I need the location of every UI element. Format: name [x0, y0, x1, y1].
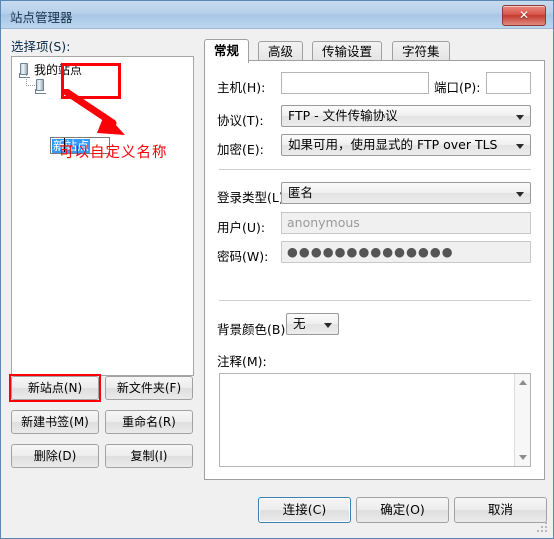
background-color-select-value: 无: [293, 316, 306, 331]
site-tree[interactable]: 我的站点 新站点: [11, 56, 194, 376]
new-bookmark-button[interactable]: 新建书签(M): [11, 410, 99, 434]
encryption-select[interactable]: 如果可用，使用显式的 FTP over TLS: [281, 134, 531, 156]
logon-type-label: 登录类型(L):: [217, 190, 288, 205]
connect-button[interactable]: 连接(C): [258, 497, 351, 523]
background-color-label: 背景颜色(B): [217, 322, 286, 337]
close-icon: ✕: [518, 8, 530, 22]
resize-grip[interactable]: [537, 522, 549, 534]
host-input[interactable]: [281, 72, 429, 94]
divider: [219, 300, 531, 301]
divider: [219, 169, 531, 170]
port-input[interactable]: [486, 72, 531, 94]
comments-textarea[interactable]: [219, 373, 531, 467]
ok-button[interactable]: 确定(O): [356, 497, 449, 523]
logon-type-select[interactable]: 匿名: [281, 182, 531, 204]
scroll-down-icon[interactable]: [519, 455, 527, 460]
protocol-select-value: FTP - 文件传输协议: [288, 108, 398, 123]
tree-root-label: 我的站点: [34, 63, 83, 77]
password-label: 密码(W):: [217, 249, 269, 264]
rename-button[interactable]: 重命名(R): [105, 410, 193, 434]
host-label: 主机(H):: [217, 80, 266, 95]
background-color-select[interactable]: 无: [286, 313, 339, 335]
logon-type-select-value: 匿名: [288, 185, 314, 200]
annotation-callout-text: 可以自定义名称: [59, 145, 168, 161]
scroll-up-icon[interactable]: [519, 380, 527, 385]
tab-transfer-settings[interactable]: 传输设置: [312, 41, 383, 61]
title-bar: 站点管理器 ✕: [1, 1, 553, 29]
password-input[interactable]: ●●●●●●●●●●●●●●: [281, 241, 531, 263]
chevron-down-icon: [516, 115, 524, 120]
site-manager-dialog: 站点管理器 ✕ 选择项(S): 我的站点 新站点 可以自定义名称 新站点(N) …: [0, 0, 554, 539]
chevron-down-icon: [516, 144, 524, 149]
new-site-button[interactable]: 新站点(N): [11, 376, 99, 400]
new-folder-button[interactable]: 新文件夹(F): [105, 376, 193, 400]
window-title: 站点管理器: [10, 10, 73, 25]
protocol-select[interactable]: FTP - 文件传输协议: [281, 105, 531, 127]
port-label: 端口(P):: [434, 80, 481, 95]
user-input[interactable]: anonymous: [281, 212, 531, 234]
chevron-down-icon: [516, 192, 524, 197]
tab-general[interactable]: 常规: [204, 39, 250, 63]
duplicate-button[interactable]: 复制(I): [105, 444, 193, 468]
tab-advanced[interactable]: 高级: [258, 41, 304, 61]
tab-strip: 常规 高级 传输设置 字符集: [204, 39, 545, 63]
tab-charset[interactable]: 字符集: [392, 41, 450, 61]
cancel-button[interactable]: 取消: [454, 497, 547, 523]
close-button[interactable]: ✕: [502, 5, 546, 26]
comments-label: 注释(M):: [217, 354, 267, 369]
user-label: 用户(U):: [217, 220, 266, 235]
server-icon: [34, 79, 47, 94]
encryption-select-value: 如果可用，使用显式的 FTP over TLS: [288, 137, 498, 152]
chevron-down-icon: [324, 323, 332, 328]
select-entry-label: 选择项(S):: [11, 39, 71, 54]
delete-button[interactable]: 删除(D): [11, 444, 99, 468]
comments-scrollbar[interactable]: [514, 374, 530, 466]
encryption-label: 加密(E):: [217, 142, 264, 157]
protocol-label: 协议(T):: [217, 113, 264, 128]
tree-item-new-site[interactable]: [34, 79, 50, 94]
